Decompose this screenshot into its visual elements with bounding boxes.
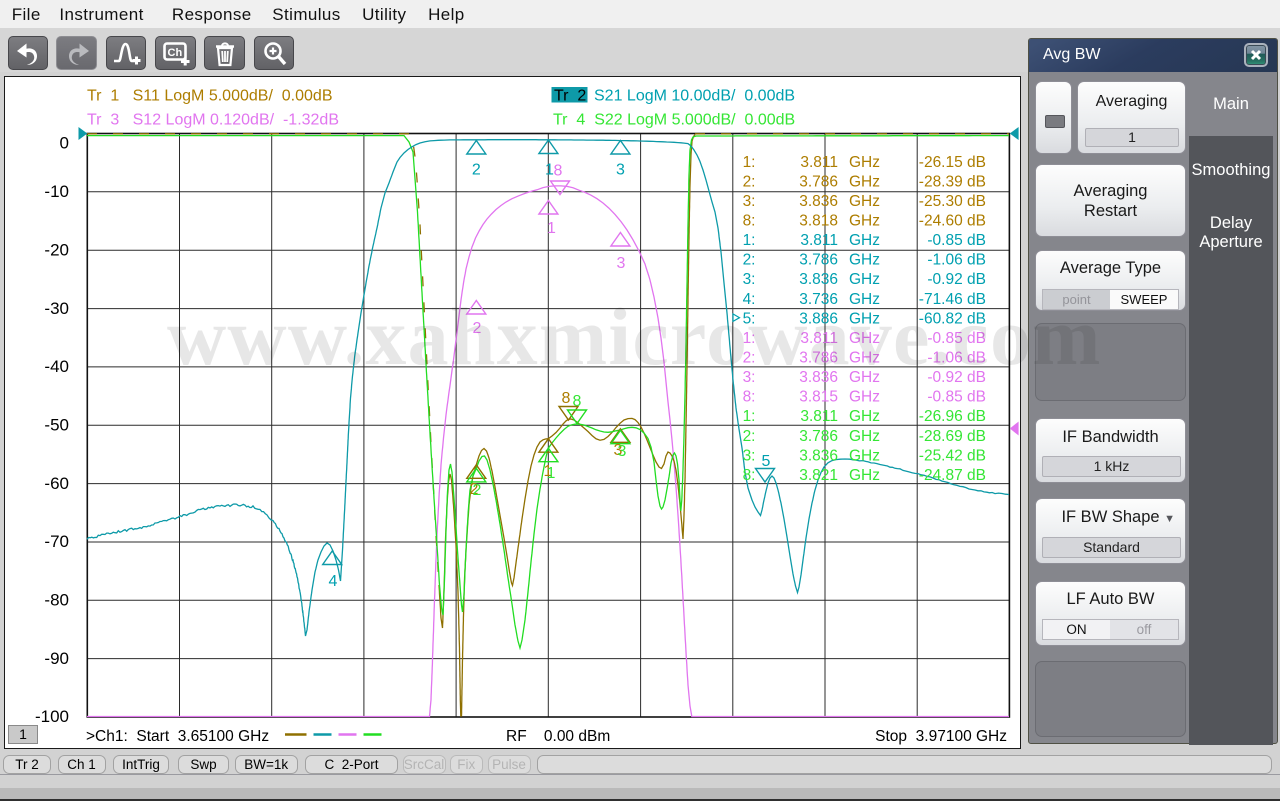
svg-text:2:: 2: [743, 428, 756, 445]
svg-text:GHz: GHz [849, 447, 880, 464]
svg-text:-28.69 dB: -28.69 dB [919, 428, 986, 445]
svg-text:1:: 1: [743, 232, 756, 249]
svg-text:-70: -70 [44, 532, 69, 551]
svg-text:-26.96 dB: -26.96 dB [919, 408, 986, 425]
svg-text:Tr 2: Tr 2 [554, 88, 586, 105]
svg-text:-60: -60 [44, 474, 69, 493]
svg-text:3.836: 3.836 [799, 447, 838, 464]
svg-text:Tr 1 S11 LogM 5.000dB/ 0.0: Tr 1 S11 LogM 5.000dB/ 0.00dB [87, 88, 332, 105]
svg-text:3.786: 3.786 [799, 173, 838, 190]
svg-text:3.786: 3.786 [799, 428, 838, 445]
svg-text:GHz: GHz [849, 389, 880, 406]
svg-text:3:: 3: [743, 447, 756, 464]
svg-text:2:: 2: [743, 252, 756, 269]
svg-text:-20: -20 [44, 240, 69, 259]
svg-text:3: 3 [616, 162, 625, 179]
svg-text:1: 1 [547, 220, 556, 237]
svg-text:-1.06 dB: -1.06 dB [927, 252, 986, 269]
svg-text:3.836: 3.836 [799, 193, 838, 210]
svg-text:GHz: GHz [849, 467, 880, 484]
svg-text:5: 5 [762, 453, 771, 470]
svg-text:-28.39 dB: -28.39 dB [919, 173, 986, 190]
svg-text:8: 8 [573, 393, 582, 410]
svg-text:Tr 4 S22 LogM 5.000dB/ 0.00: Tr 4 S22 LogM 5.000dB/ 0.00dB [553, 112, 795, 129]
svg-text:-30: -30 [44, 299, 69, 318]
svg-text:3.821: 3.821 [799, 467, 838, 484]
svg-text:-10: -10 [44, 182, 69, 201]
svg-text:8:: 8: [743, 213, 756, 230]
svg-text:-24.87 dB: -24.87 dB [919, 467, 986, 484]
svg-text:Stop 3.97100 GHz: Stop 3.97100 GHz [875, 728, 1007, 745]
svg-text:1:: 1: [743, 154, 756, 171]
svg-text:-50: -50 [44, 415, 69, 434]
svg-text:2: 2 [472, 162, 481, 179]
svg-text:-25.42 dB: -25.42 dB [919, 447, 986, 464]
svg-text:GHz: GHz [849, 193, 880, 210]
svg-text:3: 3 [618, 443, 627, 460]
svg-text:GHz: GHz [849, 428, 880, 445]
svg-text:3.818: 3.818 [799, 213, 838, 230]
svg-text:8: 8 [562, 390, 571, 407]
svg-text:-24.60 dB: -24.60 dB [919, 213, 986, 230]
svg-text:1: 1 [547, 465, 556, 482]
svg-text:3.836: 3.836 [799, 271, 838, 288]
svg-text:0: 0 [60, 133, 69, 152]
svg-text:-26.15 dB: -26.15 dB [919, 154, 986, 171]
svg-text:3.786: 3.786 [799, 252, 838, 269]
svg-text:8:: 8: [743, 467, 756, 484]
svg-text:GHz: GHz [849, 213, 880, 230]
svg-text:-100: -100 [35, 707, 69, 726]
svg-text:GHz: GHz [849, 154, 880, 171]
svg-text:-25.30 dB: -25.30 dB [919, 193, 986, 210]
svg-text:3.811: 3.811 [800, 154, 838, 171]
svg-text:-40: -40 [44, 357, 69, 376]
svg-text:-0.85 dB: -0.85 dB [927, 232, 986, 249]
svg-text:GHz: GHz [849, 408, 880, 425]
svg-text:3.811: 3.811 [800, 408, 838, 425]
svg-text:3: 3 [617, 255, 626, 272]
svg-text:-0.85 dB: -0.85 dB [927, 389, 986, 406]
svg-text:8:: 8: [743, 389, 756, 406]
svg-text:GHz: GHz [849, 252, 880, 269]
svg-text:GHz: GHz [849, 173, 880, 190]
svg-text:>Ch1: Start 3.65100 GHz: >Ch1: Start 3.65100 GHz [86, 728, 269, 745]
svg-text:Tr 3 S12 LogM 0.120dB/ -1.: Tr 3 S12 LogM 0.120dB/ -1.32dB [87, 112, 339, 129]
svg-text:2:: 2: [743, 173, 756, 190]
svg-text:S21 LogM 10.00dB/ 0.00dB: S21 LogM 10.00dB/ 0.00dB [594, 88, 795, 105]
svg-text:8: 8 [554, 163, 563, 180]
svg-text:2: 2 [473, 482, 482, 499]
svg-text:-0.92 dB: -0.92 dB [927, 271, 986, 288]
svg-text:3.815: 3.815 [799, 389, 838, 406]
svg-text:4: 4 [329, 573, 338, 590]
svg-text:3:: 3: [743, 271, 756, 288]
svg-text:1:: 1: [743, 408, 756, 425]
svg-text:-80: -80 [44, 591, 69, 610]
svg-text:GHz: GHz [849, 232, 880, 249]
svg-text:3.811: 3.811 [800, 232, 838, 249]
svg-text:RF 0.00 dBm: RF 0.00 dBm [506, 728, 610, 745]
svg-text:3:: 3: [743, 193, 756, 210]
svg-text:-90: -90 [44, 649, 69, 668]
svg-text:GHz: GHz [849, 271, 880, 288]
